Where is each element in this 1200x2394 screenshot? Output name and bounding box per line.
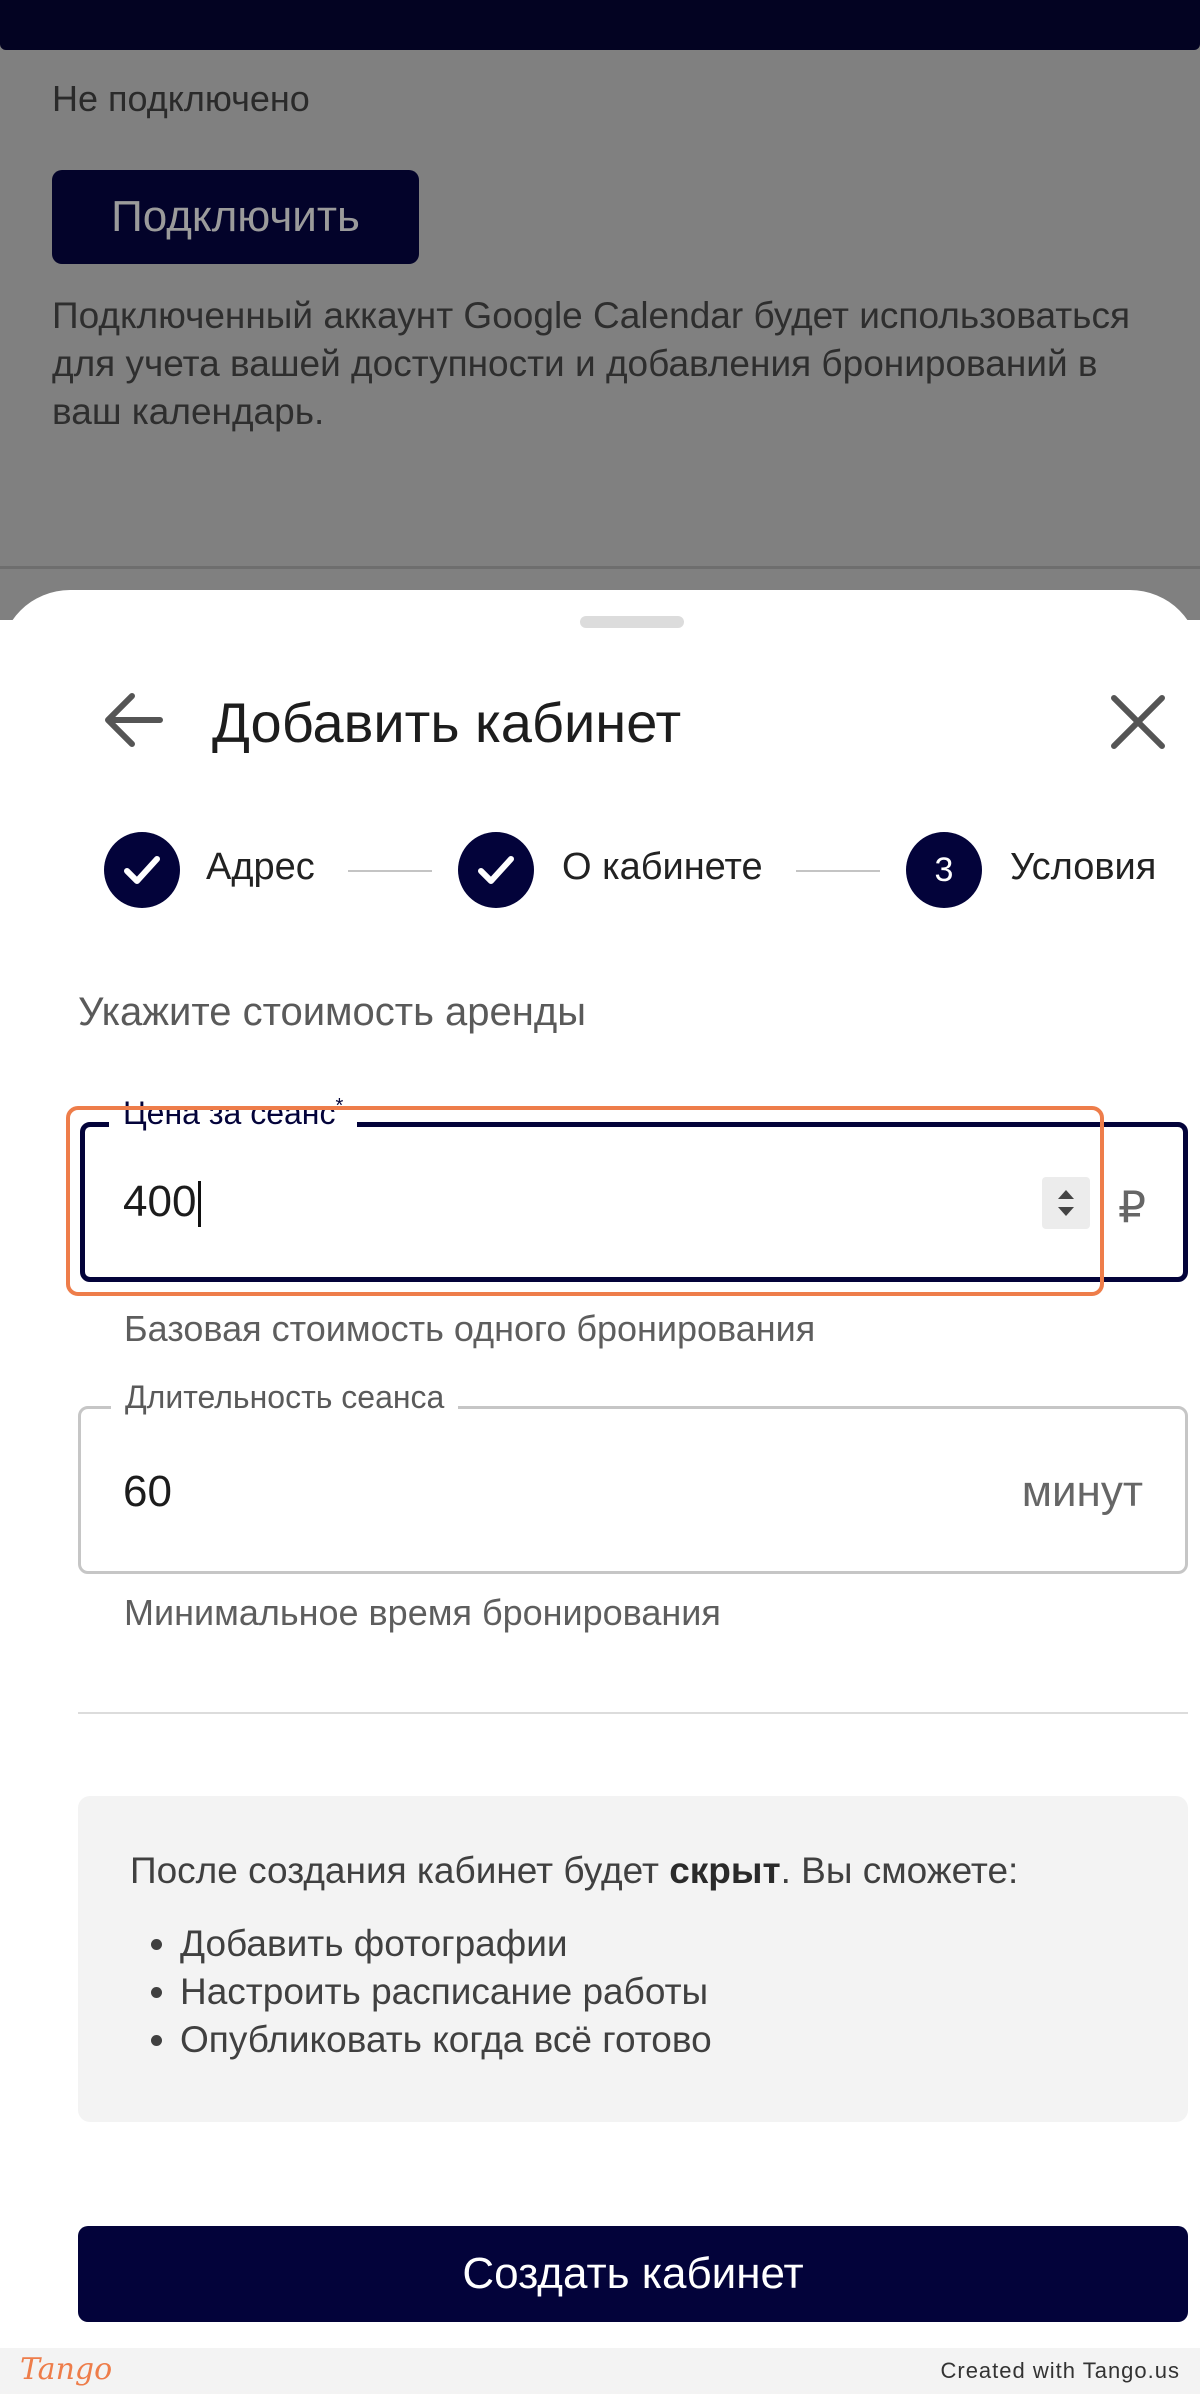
duration-input[interactable]: 60 bbox=[123, 1467, 172, 1517]
top-bar bbox=[0, 0, 1200, 50]
stepper-arrows-icon bbox=[1058, 1190, 1074, 1216]
duration-helper-text: Минимальное время бронирования bbox=[124, 1592, 721, 1633]
background-divider bbox=[0, 566, 1200, 569]
tango-logo: Tango bbox=[20, 2352, 113, 2387]
text-caret bbox=[198, 1181, 202, 1228]
add-room-sheet: Добавить кабинет Адрес О кабинете 3 Усло… bbox=[0, 590, 1200, 2348]
section-title: Укажите стоимость аренды bbox=[78, 990, 586, 1034]
price-field[interactable]: Цена за сеанс* 400 bbox=[80, 1095, 1188, 1282]
price-field-label: Цена за сеанс* bbox=[109, 1095, 358, 1132]
step-2-indicator bbox=[458, 832, 534, 908]
step-1-label: Адрес bbox=[206, 846, 315, 888]
duration-field-label: Длительность сеанса bbox=[111, 1379, 459, 1416]
calendar-description: Подключенный аккаунт Google Calendar буд… bbox=[52, 295, 1130, 432]
back-button[interactable] bbox=[96, 682, 172, 758]
step-connector bbox=[348, 870, 432, 872]
calendar-status: Не подключено bbox=[52, 78, 310, 119]
list-item: Опубликовать когда всё готово bbox=[180, 2016, 712, 2064]
step-3-indicator: 3 bbox=[906, 832, 982, 908]
number-stepper[interactable] bbox=[1042, 1177, 1090, 1229]
step-3-label: Условия bbox=[1010, 846, 1157, 888]
step-connector bbox=[796, 870, 880, 872]
price-input[interactable]: 400 bbox=[123, 1177, 202, 1228]
duration-unit-suffix: минут bbox=[1021, 1467, 1143, 1516]
list-item: Настроить расписание работы bbox=[180, 1968, 712, 2016]
info-text: После создания кабинет будет скрыт. Вы с… bbox=[130, 1850, 1019, 1891]
step-2-label: О кабинете bbox=[562, 846, 763, 888]
currency-suffix: ₽ bbox=[1118, 1183, 1146, 1232]
tango-footer: Tango Created with Tango.us bbox=[0, 2348, 1200, 2394]
duration-field[interactable]: Длительность сеанса 60 минут bbox=[78, 1379, 1188, 1574]
close-button[interactable] bbox=[1100, 684, 1176, 760]
close-icon bbox=[1111, 695, 1165, 749]
step-1-indicator bbox=[104, 832, 180, 908]
check-icon bbox=[124, 856, 160, 884]
section-divider bbox=[78, 1712, 1188, 1714]
tango-credit: Created with Tango.us bbox=[940, 2358, 1180, 2383]
arrow-left-icon bbox=[105, 693, 163, 747]
create-room-button[interactable]: Создать кабинет bbox=[78, 2226, 1188, 2322]
info-box: После создания кабинет будет скрыт. Вы с… bbox=[78, 1796, 1188, 2122]
sheet-drag-handle[interactable] bbox=[580, 616, 684, 628]
list-item: Добавить фотографии bbox=[180, 1920, 712, 1968]
check-icon bbox=[478, 856, 514, 884]
background-page: Не подключено Подключить Подключенный ак… bbox=[0, 0, 1200, 620]
sheet-title: Добавить кабинет bbox=[212, 691, 682, 754]
connect-calendar-button[interactable]: Подключить bbox=[52, 170, 419, 264]
info-list: Добавить фотографии Настроить расписание… bbox=[130, 1920, 712, 2064]
price-helper-text: Базовая стоимость одного бронирования bbox=[124, 1308, 816, 1349]
